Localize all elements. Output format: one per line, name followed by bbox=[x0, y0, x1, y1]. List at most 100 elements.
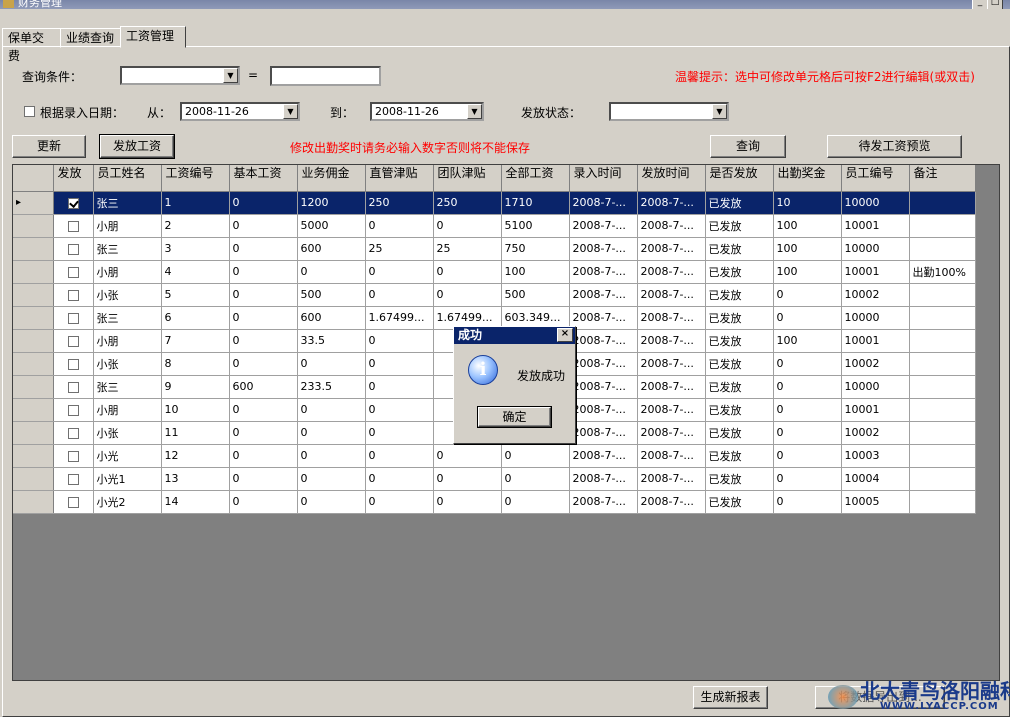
table-cell[interactable]: 已发放 bbox=[705, 421, 774, 445]
table-cell[interactable]: 0 bbox=[773, 283, 842, 307]
table-cell[interactable]: 10002 bbox=[841, 421, 910, 445]
table-cell[interactable]: 10002 bbox=[841, 283, 910, 307]
table-cell[interactable]: 7 bbox=[161, 329, 230, 353]
table-cell[interactable]: 10001 bbox=[841, 260, 910, 284]
pay-checkbox[interactable] bbox=[67, 220, 79, 232]
table-cell[interactable]: 0 bbox=[229, 490, 298, 514]
table-cell[interactable]: 10005 bbox=[841, 490, 910, 514]
table-cell[interactable]: 0 bbox=[773, 352, 842, 376]
table-cell[interactable]: 0 bbox=[773, 398, 842, 422]
table-cell[interactable]: 600 bbox=[297, 237, 366, 261]
table-cell[interactable]: 0 bbox=[365, 260, 434, 284]
table-cell[interactable]: 0 bbox=[297, 421, 366, 445]
table-cell[interactable]: 2008-7-... bbox=[637, 214, 706, 238]
table-cell[interactable]: 5000 bbox=[297, 214, 366, 238]
row-header[interactable] bbox=[13, 306, 54, 330]
table-cell[interactable]: 0 bbox=[365, 214, 434, 238]
pay-salary-button[interactable]: 发放工资 bbox=[99, 134, 175, 159]
table-cell[interactable]: 750 bbox=[501, 237, 570, 261]
table-cell[interactable]: 2008-7-... bbox=[637, 306, 706, 330]
table-cell[interactable]: 10000 bbox=[841, 237, 910, 261]
table-cell[interactable]: 10000 bbox=[841, 375, 910, 399]
chevron-down-icon[interactable]: ▼ bbox=[283, 104, 298, 119]
table-cell[interactable]: 2008-7-... bbox=[569, 421, 638, 445]
pay-checkbox[interactable] bbox=[67, 266, 79, 278]
tab-salary-management[interactable]: 工资管理 bbox=[120, 26, 186, 48]
table-cell[interactable]: 2 bbox=[161, 214, 230, 238]
table-cell[interactable]: 10002 bbox=[841, 352, 910, 376]
table-cell[interactable]: 0 bbox=[773, 490, 842, 514]
table-cell[interactable]: 0 bbox=[229, 191, 298, 215]
table-cell[interactable] bbox=[909, 490, 976, 514]
table-cell[interactable]: 10003 bbox=[841, 444, 910, 468]
table-cell[interactable]: 0 bbox=[365, 375, 434, 399]
table-row[interactable]: 张三 3 0 600 25 25 750 2008-7-... 2008-7-... 已发放 100… bbox=[13, 237, 976, 261]
chevron-down-icon[interactable]: ▼ bbox=[467, 104, 482, 119]
table-cell[interactable]: 2008-7-... bbox=[569, 398, 638, 422]
table-cell[interactable]: 10004 bbox=[841, 467, 910, 491]
table-cell[interactable]: 小朋 bbox=[93, 398, 162, 422]
row-header[interactable] bbox=[13, 490, 54, 514]
table-row[interactable]: 小光1 13 0 0 0 0 0 2008-7-... 2008-7-... 已发放 0 10004 bbox=[13, 467, 976, 491]
table-cell[interactable]: 2008-7-... bbox=[569, 283, 638, 307]
column-header[interactable]: 基本工资 bbox=[229, 165, 298, 192]
column-header[interactable]: 备注 bbox=[909, 165, 976, 192]
table-cell[interactable]: 0 bbox=[365, 398, 434, 422]
table-cell[interactable]: 已发放 bbox=[705, 214, 774, 238]
table-cell[interactable]: 张三 bbox=[93, 237, 162, 261]
row-header[interactable] bbox=[13, 214, 54, 238]
table-cell[interactable]: 0 bbox=[297, 490, 366, 514]
table-cell[interactable]: 25 bbox=[365, 237, 434, 261]
table-cell[interactable]: 2008-7-... bbox=[637, 352, 706, 376]
table-cell[interactable]: 0 bbox=[297, 260, 366, 284]
table-cell[interactable]: 100 bbox=[773, 214, 842, 238]
pay-checkbox[interactable] bbox=[67, 312, 79, 324]
maximize-button[interactable]: □ bbox=[987, 0, 1003, 9]
row-header[interactable] bbox=[13, 444, 54, 468]
table-cell[interactable]: 已发放 bbox=[705, 490, 774, 514]
table-cell[interactable]: 2008-7-... bbox=[569, 260, 638, 284]
dialog-ok-button[interactable]: 确定 bbox=[477, 406, 552, 428]
table-cell[interactable]: 0 bbox=[297, 444, 366, 468]
table-row[interactable]: ▸ 张三 1 0 1200 250 250 1710 2008-7-... 2008-7-... 已… bbox=[13, 191, 976, 215]
table-row[interactable]: 小光2 14 0 0 0 0 0 2008-7-... 2008-7-... 已发放 0 10005 bbox=[13, 490, 976, 514]
table-cell[interactable]: 1.67499... bbox=[365, 306, 434, 330]
row-header[interactable]: ▸ bbox=[13, 191, 54, 215]
pay-checkbox[interactable] bbox=[67, 197, 79, 209]
column-header[interactable]: 团队津贴 bbox=[433, 165, 502, 192]
pending-salary-preview-button[interactable]: 待发工资预览 bbox=[827, 135, 962, 158]
table-cell[interactable]: 小朋 bbox=[93, 214, 162, 238]
table-cell[interactable]: 2008-7-... bbox=[569, 467, 638, 491]
table-cell[interactable] bbox=[909, 444, 976, 468]
table-cell[interactable]: 0 bbox=[229, 444, 298, 468]
table-cell[interactable]: 0 bbox=[501, 444, 570, 468]
table-cell[interactable]: 10001 bbox=[841, 214, 910, 238]
row-header[interactable] bbox=[13, 467, 54, 491]
table-cell[interactable]: 0 bbox=[433, 260, 502, 284]
table-cell[interactable] bbox=[909, 237, 976, 261]
table-cell[interactable]: 25 bbox=[433, 237, 502, 261]
table-cell[interactable]: 0 bbox=[365, 283, 434, 307]
table-cell[interactable]: 0 bbox=[433, 467, 502, 491]
table-cell[interactable]: 10 bbox=[161, 398, 230, 422]
table-cell[interactable]: 0 bbox=[297, 467, 366, 491]
table-cell[interactable]: 0 bbox=[229, 283, 298, 307]
table-cell[interactable]: 已发放 bbox=[705, 306, 774, 330]
search-button[interactable]: 查询 bbox=[710, 135, 786, 158]
table-cell[interactable]: 2008-7-... bbox=[637, 421, 706, 445]
table-cell[interactable]: 0 bbox=[773, 375, 842, 399]
table-cell[interactable]: 5100 bbox=[501, 214, 570, 238]
table-cell[interactable]: 2008-7-... bbox=[569, 490, 638, 514]
table-cell[interactable]: 2008-7-... bbox=[569, 444, 638, 468]
table-cell[interactable]: 0 bbox=[773, 444, 842, 468]
table-cell[interactable]: 已发放 bbox=[705, 329, 774, 353]
table-cell[interactable]: 2008-7-... bbox=[637, 467, 706, 491]
from-date-picker[interactable]: 2008-11-26 ▼ bbox=[180, 102, 300, 121]
table-cell[interactable]: 10000 bbox=[841, 306, 910, 330]
table-cell[interactable]: 0 bbox=[229, 329, 298, 353]
table-cell[interactable]: 0 bbox=[365, 421, 434, 445]
table-cell[interactable]: 8 bbox=[161, 352, 230, 376]
table-cell[interactable] bbox=[909, 283, 976, 307]
row-header[interactable] bbox=[13, 329, 54, 353]
table-cell[interactable]: 小光1 bbox=[93, 467, 162, 491]
